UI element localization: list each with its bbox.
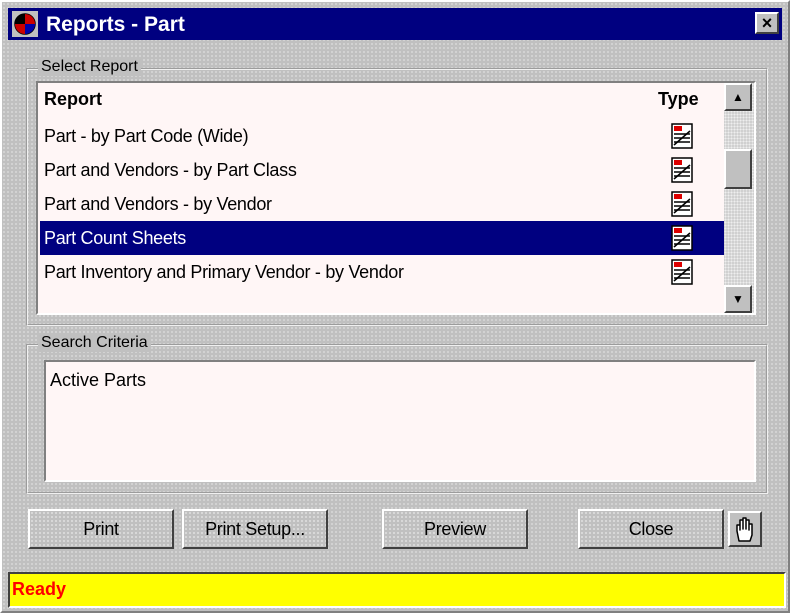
- report-type-icon: [671, 123, 693, 149]
- report-name: Part Count Sheets: [44, 228, 186, 248]
- report-name: Part and Vendors - by Part Class: [44, 160, 297, 180]
- hand-icon: [736, 517, 753, 542]
- list-item-selected[interactable]: Part Count Sheets: [40, 221, 724, 255]
- select-report-legend: Select Report: [38, 58, 141, 76]
- app-logo-icon: [12, 11, 38, 37]
- preview-button[interactable]: Preview: [382, 509, 528, 549]
- report-type-icon: [671, 157, 693, 183]
- scroll-up-button[interactable]: ▲: [724, 83, 752, 111]
- report-list-header: Report Type: [42, 89, 722, 115]
- close-button[interactable]: Close: [578, 509, 724, 549]
- print-button[interactable]: Print: [28, 509, 174, 549]
- report-name: Part Inventory and Primary Vendor - by V…: [44, 262, 404, 282]
- report-type-icon: [671, 191, 693, 217]
- search-criteria-field[interactable]: Active Parts: [44, 360, 756, 482]
- column-header-report: Report: [44, 89, 102, 109]
- reports-window: Reports - Part × Select Report Report Ty…: [0, 0, 790, 613]
- print-setup-button[interactable]: Print Setup...: [182, 509, 328, 549]
- close-window-button[interactable]: ×: [755, 12, 779, 34]
- scroll-down-button[interactable]: ▼: [724, 285, 752, 313]
- list-item[interactable]: Part and Vendors - by Vendor: [40, 187, 724, 221]
- column-header-type: Type: [658, 89, 699, 109]
- hand-button[interactable]: [728, 511, 762, 547]
- report-list-scrollbar[interactable]: ▲ ▼: [724, 83, 754, 313]
- window-title: Reports - Part: [46, 13, 185, 36]
- report-name: Part - by Part Code (Wide): [44, 126, 249, 146]
- list-item[interactable]: Part Inventory and Primary Vendor - by V…: [40, 255, 724, 289]
- scroll-thumb[interactable]: [724, 149, 752, 189]
- status-bar: Ready: [8, 572, 786, 608]
- report-list[interactable]: Report Type Part - by Part Code (Wide) P…: [36, 81, 756, 315]
- list-item[interactable]: Part - by Part Code (Wide): [40, 119, 724, 153]
- list-item[interactable]: Part and Vendors - by Part Class: [40, 153, 724, 187]
- title-bar[interactable]: Reports - Part ×: [8, 8, 782, 40]
- report-type-icon: [671, 225, 693, 251]
- search-criteria-legend: Search Criteria: [38, 334, 151, 352]
- report-name: Part and Vendors - by Vendor: [44, 194, 272, 214]
- report-type-icon: [671, 259, 693, 285]
